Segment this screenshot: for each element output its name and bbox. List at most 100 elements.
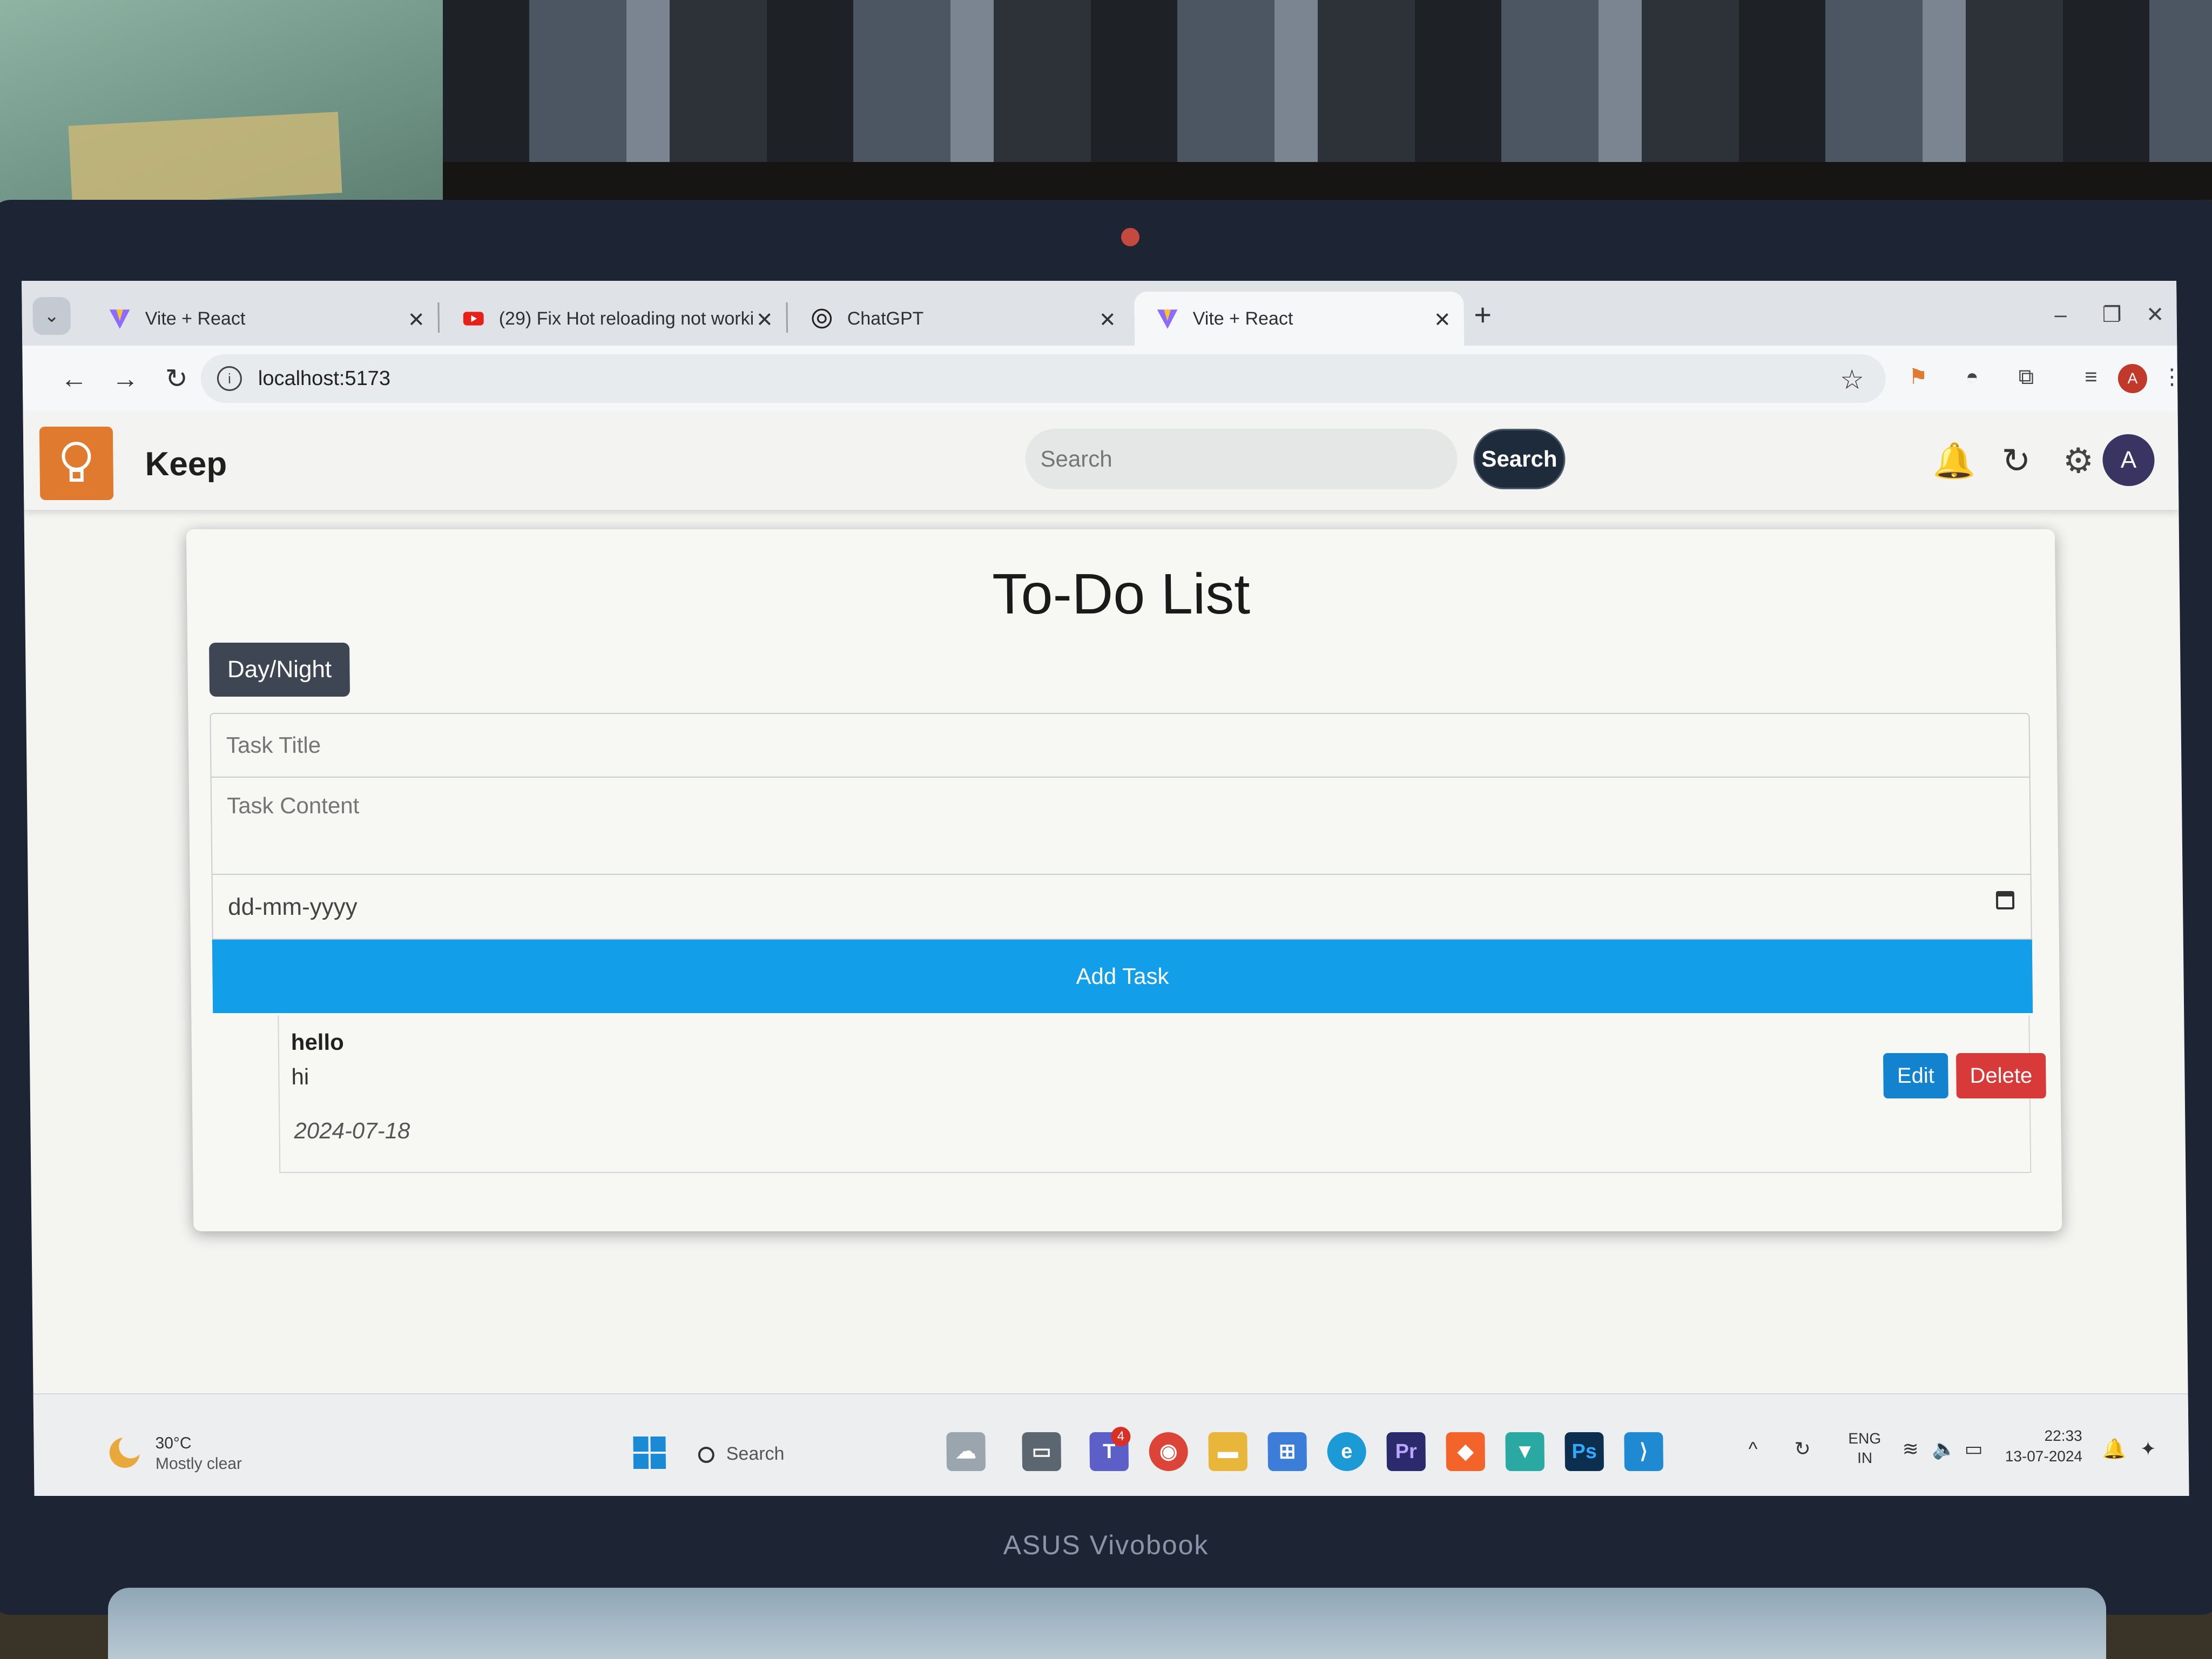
tab-youtube[interactable]: (29) Fix Hot reloading not worki ✕ [440,292,786,346]
refresh-icon[interactable]: ↻ [1992,436,2041,485]
sync-icon[interactable]: ↻ [1794,1438,1811,1460]
delete-task-button[interactable]: Delete [1955,1053,2046,1098]
app-icon-teal[interactable]: ▼ [1505,1432,1545,1471]
date-placeholder: dd-mm-yyyy [227,894,358,920]
task-title-input[interactable] [210,713,2031,778]
search-input[interactable] [1024,429,1458,489]
os-taskbar: 30°C Mostly clear Search ☁ ▭ T 4 ◉ ▬ ⊞ e… [33,1393,2189,1496]
clock-time: 22:33 [2044,1427,2082,1444]
task-view-icon[interactable]: ▭ [1022,1432,1062,1471]
lightbulb-icon [62,442,91,482]
language-code: ENG [1848,1430,1881,1447]
close-tab-icon[interactable]: ✕ [1434,308,1451,332]
reload-icon[interactable]: ↻ [158,360,196,397]
restore-window-icon[interactable]: ❐ [2093,296,2131,334]
address-bar[interactable]: i localhost:5173 ☆ [200,354,1886,403]
task-item-date: 2024-07-18 [294,1118,410,1143]
close-window-icon[interactable]: ✕ [2136,296,2174,334]
close-tab-icon[interactable]: ✕ [756,308,773,332]
gear-icon[interactable]: ⚙ [2054,436,2103,485]
new-tab-button[interactable]: + [1464,296,1502,334]
vite-icon [1157,309,1178,329]
windows-start-icon[interactable] [633,1437,666,1469]
tab-chatgpt[interactable]: ChatGPT ✕ [788,292,1129,346]
site-info-icon[interactable]: i [217,366,242,391]
tab-label: ChatGPT [847,308,924,329]
tab-separator [786,302,788,333]
volume-icon[interactable]: 🔈 [1932,1438,1956,1460]
avatar[interactable]: A [2102,434,2155,486]
media-queue-icon[interactable]: ≡ [2075,361,2108,393]
close-tab-icon[interactable]: ✕ [408,308,425,332]
region-code: IN [1857,1449,1873,1466]
taskbar-search-box[interactable]: Search [698,1437,903,1471]
laptop-screen: ⌄ Vite + React ✕ (29) Fix Hot reloading … [22,281,2189,1496]
tab-search-dropdown-button[interactable]: ⌄ [32,297,71,335]
bookmark-star-icon[interactable]: ☆ [1840,364,1864,395]
page-title: To-Do List [992,562,1251,626]
url-text[interactable]: localhost:5173 [258,367,391,390]
todo-card: To-Do List Day/Night dd-mm-yyyy Add Task… [186,529,2062,1231]
task-date-input[interactable]: dd-mm-yyyy [211,875,2032,940]
extension-incognito-icon[interactable]: ◓ [1956,361,1989,393]
tab-label: Vite + React [1192,308,1293,329]
wifi-icon[interactable]: ≋ [1902,1438,1919,1460]
vite-icon [109,309,130,329]
copilot-icon[interactable]: ✦ [2140,1438,2156,1460]
task-content-input[interactable] [210,778,2032,875]
brave-icon[interactable]: ◆ [1446,1432,1486,1471]
webcam-icon [1121,228,1139,246]
microsoft-store-icon[interactable]: ⊞ [1267,1432,1307,1471]
task-list-item: hello hi 2024-07-18 Edit Delete [278,1015,2046,1173]
tab-separator [437,302,440,333]
language-indicator[interactable]: ENG IN [1848,1429,1881,1468]
browser-profile-avatar[interactable]: A [2117,364,2148,393]
browser-tab-strip: ⌄ Vite + React ✕ (29) Fix Hot reloading … [22,281,2177,346]
battery-icon[interactable]: ▭ [1964,1438,1982,1460]
bell-icon[interactable]: 🔔 [1930,436,1979,485]
taskbar-search-label: Search [726,1444,785,1464]
extensions-puzzle-icon[interactable]: ⧉ [2010,361,2043,393]
notification-bell-icon[interactable]: 🔔 [2102,1438,2126,1460]
background-sticky-note [68,112,342,207]
widgets-icon[interactable]: ☁ [946,1432,986,1471]
search-icon [698,1447,714,1464]
weather-temperature[interactable]: 30°C [155,1434,191,1453]
photoshop-icon[interactable]: Ps [1564,1432,1604,1471]
tab-label: (29) Fix Hot reloading not worki [498,308,754,329]
edge-icon[interactable]: e [1327,1432,1367,1471]
task-item-title: hello [291,1029,345,1055]
browser-toolbar: ← → ↻ i localhost:5173 ☆ ⚑ ◓ ⧉ ≡ A ⋮ [22,346,2183,414]
day-night-toggle-button[interactable]: Day/Night [209,643,350,697]
app-logo [39,427,114,500]
notification-badge: 4 [1111,1427,1131,1446]
minimize-window-icon[interactable]: – [2041,296,2080,334]
moon-weather-icon[interactable] [109,1438,140,1468]
background-shelf-edge [443,162,2212,200]
file-explorer-icon[interactable]: ▬ [1208,1432,1248,1471]
search-button[interactable]: Search [1473,429,1566,489]
laptop-base [108,1588,2106,1659]
edit-task-button[interactable]: Edit [1883,1053,1948,1098]
tab-label: Vite + React [145,308,246,329]
app-title: Keep [145,446,227,483]
weather-description[interactable]: Mostly clear [156,1455,242,1473]
forward-arrow-icon[interactable]: → [106,360,145,397]
task-item-content: hi [291,1064,309,1089]
chatgpt-icon [812,308,832,329]
tab-vite-react-active[interactable]: Vite + React ✕ [1134,292,1465,346]
youtube-icon [463,312,484,326]
add-task-button[interactable]: Add Task [212,940,2033,1013]
app-header: Keep Search 🔔 ↻ ⚙ A [23,413,2179,510]
vscode-icon[interactable]: ⟩ [1624,1432,1664,1471]
calendar-icon[interactable] [1995,891,2015,909]
extension-flag-icon[interactable]: ⚑ [1902,361,1935,393]
clock[interactable]: 22:33 13-07-2024 [2005,1426,2083,1467]
close-tab-icon[interactable]: ✕ [1099,308,1116,332]
premiere-pro-icon[interactable]: Pr [1386,1432,1426,1471]
back-arrow-icon[interactable]: ← [55,360,93,397]
chrome-icon[interactable]: ◉ [1149,1432,1189,1471]
laptop-brand-label: ASUS Vivobook [1003,1530,1209,1560]
tab-vite-react-1[interactable]: Vite + React ✕ [86,292,438,346]
show-hidden-icons-chevron-icon[interactable]: ^ [1748,1438,1757,1460]
